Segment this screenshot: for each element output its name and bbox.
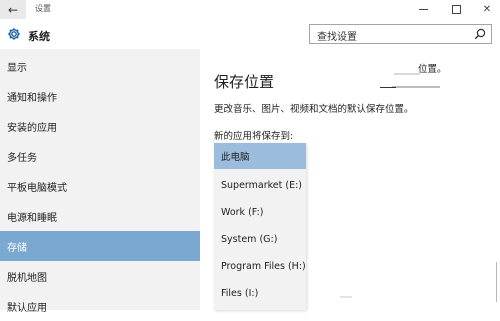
faded-line xyxy=(380,87,396,88)
new-apps-save-label: 新的应用将保存到: xyxy=(214,131,294,142)
sidebar-item-notifications[interactable]: 通知和操作 xyxy=(0,81,200,111)
sidebar: 显示 通知和操作 安装的应用 多任务 平板电脑模式 电源和睡眠 存储 脱机地图 … xyxy=(0,49,200,314)
sidebar-item-installed-apps[interactable]: 安装的应用 xyxy=(0,111,200,141)
search-placeholder: 查找设置 xyxy=(317,32,357,43)
maximize-button[interactable] xyxy=(441,0,471,19)
sidebar-item-display[interactable]: 显示 xyxy=(0,51,200,81)
window-title: 设置 xyxy=(35,4,51,13)
back-button[interactable]: ← xyxy=(0,0,26,19)
dropdown-option-drive-h[interactable]: Program Files (H:) xyxy=(214,253,306,279)
faded-line xyxy=(392,86,440,88)
title-bar: ← 设置 ✕ xyxy=(0,0,500,19)
dropdown-option-this-pc[interactable]: 此电脑 xyxy=(214,143,306,169)
back-arrow-icon: ← xyxy=(7,2,19,17)
section-title: 保存位置 xyxy=(214,73,275,91)
faded-text: 位置。 xyxy=(418,64,447,75)
dropdown-option-drive-g[interactable]: System (G:) xyxy=(214,226,306,252)
section-description: 更改音乐、图片、视频和文档的默认保存位置。 xyxy=(214,104,414,115)
sidebar-item-default-apps[interactable]: 默认应用 xyxy=(0,291,200,321)
sidebar-item-power-sleep[interactable]: 电源和睡眠 xyxy=(0,201,200,231)
faded-mark xyxy=(340,296,352,298)
dropdown-option-drive-e[interactable]: Supermarket (E:) xyxy=(214,172,306,198)
page-title: 系统 xyxy=(28,30,50,43)
sidebar-item-offline-maps[interactable]: 脱机地图 xyxy=(0,261,200,291)
window-edge xyxy=(496,262,497,302)
sidebar-item-storage[interactable]: 存储 xyxy=(0,231,200,261)
sidebar-item-multitasking[interactable]: 多任务 xyxy=(0,141,200,171)
dropdown-option-drive-f[interactable]: Work (F:) xyxy=(214,199,306,225)
faded-line xyxy=(394,73,420,75)
close-button[interactable]: ✕ xyxy=(472,0,500,19)
minimize-icon xyxy=(418,9,428,10)
close-icon: ✕ xyxy=(482,4,492,15)
gear-icon xyxy=(8,28,20,40)
sidebar-item-tablet-mode[interactable]: 平板电脑模式 xyxy=(0,171,200,201)
maximize-icon xyxy=(451,5,461,14)
search-input[interactable]: 查找设置 xyxy=(309,24,492,44)
minimize-button[interactable] xyxy=(408,0,438,19)
dropdown-option-drive-i[interactable]: Files (I:) xyxy=(214,280,306,306)
save-location-dropdown[interactable]: 此电脑 Supermarket (E:) Work (F:) System (G… xyxy=(214,143,306,310)
search-icon[interactable] xyxy=(474,28,486,40)
